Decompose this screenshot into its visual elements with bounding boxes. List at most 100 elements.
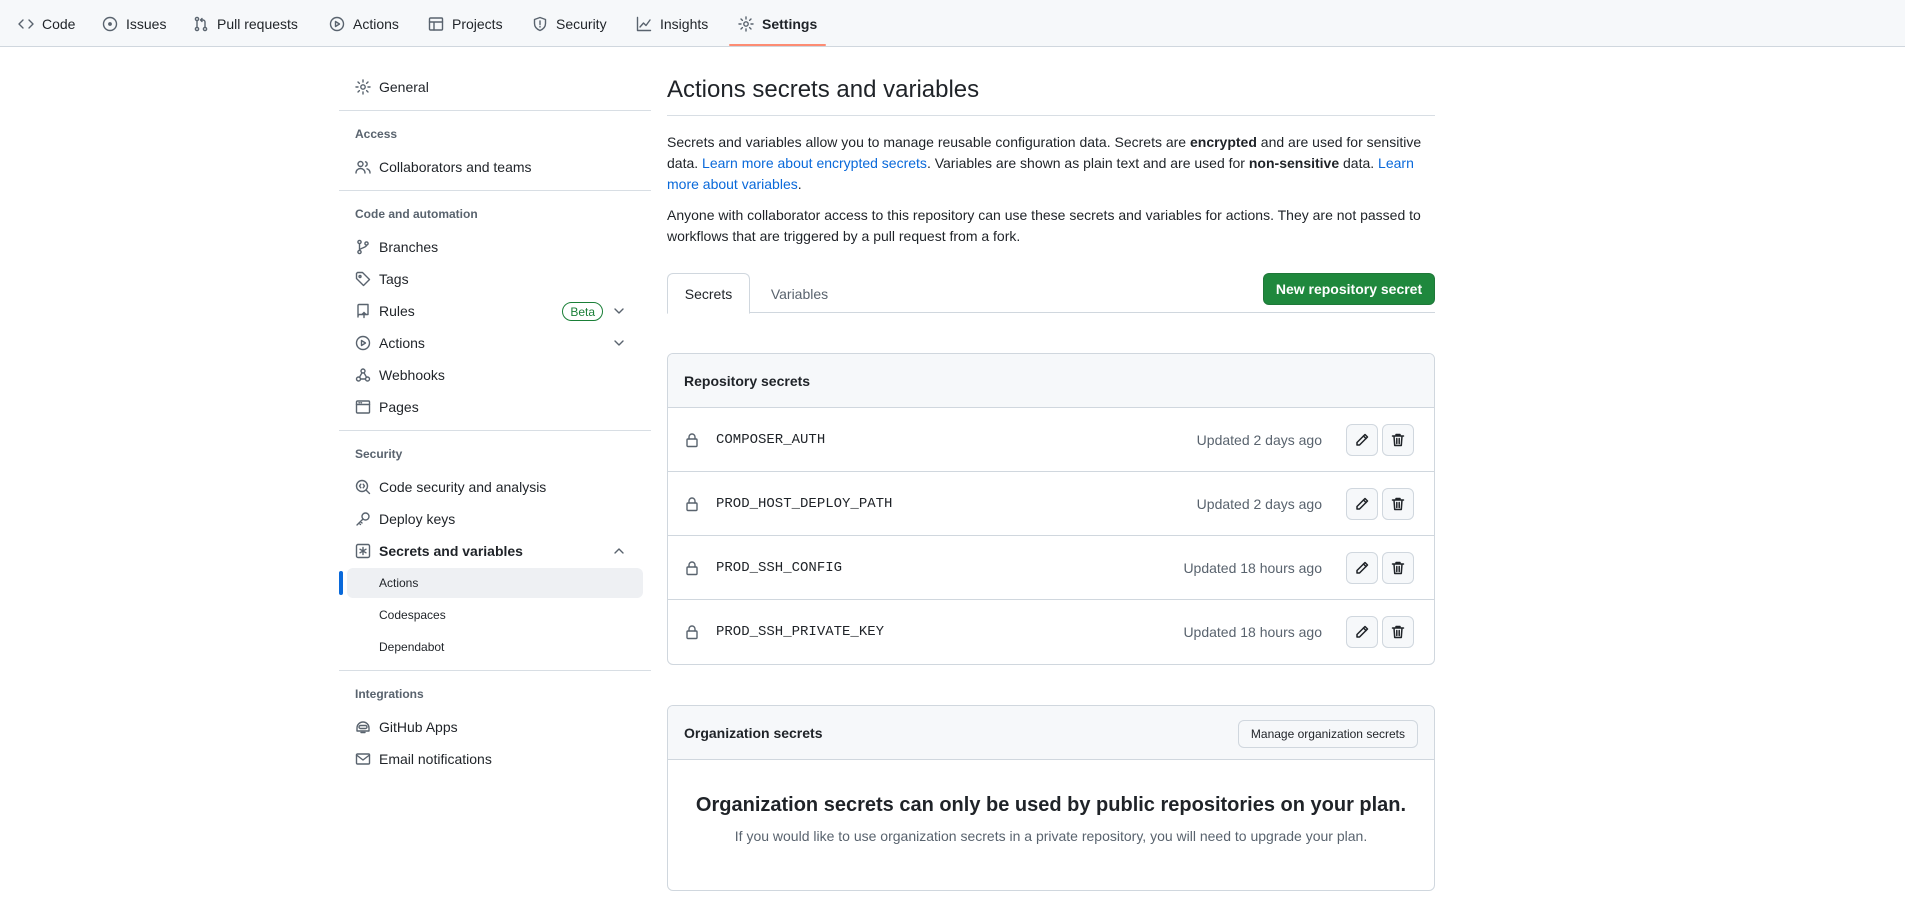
title-divider [667,115,1435,116]
edit-secret-button[interactable] [1346,552,1378,584]
tab-variables[interactable]: Variables [750,273,849,314]
key-icon [356,512,370,526]
branch-icon [357,239,369,255]
tab-insights[interactable]: Insights [636,0,708,47]
secret-updated: Updated 2 days ago [1196,495,1322,512]
sidebar-item-github-apps[interactable]: GitHub Apps [339,711,643,743]
delete-secret-button[interactable] [1382,616,1414,648]
trash-icon [1391,433,1405,447]
trash-icon [1391,561,1405,575]
encrypted-secrets-link[interactable]: Learn more about encrypted secrets [702,155,927,171]
delete-secret-button[interactable] [1382,488,1414,520]
secret-name: COMPOSER_AUTH [716,431,826,448]
edit-secret-button[interactable] [1346,424,1378,456]
secret-updated: Updated 18 hours ago [1183,624,1322,640]
sidebar-item-email-notifications[interactable]: Email notifications [339,743,643,775]
asterisk-icon [355,543,371,559]
gear-icon [355,79,371,95]
beta-badge: Beta [562,302,603,321]
graph-icon [636,16,652,31]
tab-pull-requests[interactable]: Pull requests [193,0,298,47]
secret-name: PROD_SSH_CONFIG [716,559,843,576]
organization-secrets-header: Organization secrets Manage organization… [668,706,1434,760]
sidebar-item-general[interactable]: General [339,71,643,103]
sidebar-subitem-dependabot[interactable]: Dependabot [347,632,643,662]
pencil-icon [1356,497,1369,510]
sidebar-heading-security: Security [355,447,403,461]
browser-icon [355,400,371,414]
repository-secrets-box: Repository secrets COMPOSER_AUTH Updated … [667,353,1435,665]
repo-push-icon [357,303,369,319]
hubot-icon [356,721,370,734]
sidebar-divider [339,190,651,191]
secret-row: PROD_SSH_PRIVATE_KEY Updated 18 hours ago [668,600,1434,664]
delete-secret-button[interactable] [1382,552,1414,584]
secret-updated: Updated 18 hours ago [1183,559,1322,576]
lock-icon [686,433,698,448]
secret-row: PROD_HOST_DEPLOY_PATH Updated 2 days ago [668,472,1434,536]
pencil-icon [1356,625,1369,638]
intro-paragraph: Secrets and variables allow you to manag… [667,134,1422,192]
organization-secrets-blankslate: Organization secrets can only be used by… [668,760,1434,890]
mail-icon [355,753,371,765]
organization-secrets-box: Organization secrets Manage organization… [667,705,1435,891]
organization-secrets-heading: Organization secrets [684,724,823,741]
sidebar-item-webhooks[interactable]: Webhooks [339,359,643,391]
secret-row: COMPOSER_AUTH Updated 2 days ago [668,408,1434,472]
sidebar-item-actions[interactable]: Actions [339,327,643,359]
lock-icon [686,625,698,640]
sidebar-item-branches[interactable]: Branches [339,231,643,263]
trash-icon [1391,497,1405,511]
gear-icon [738,15,754,32]
manage-organization-secrets-button[interactable]: Manage organization secrets [1237,720,1418,748]
sidebar-subitem-actions[interactable]: Actions [347,568,643,598]
play-icon [329,16,345,31]
issue-icon [102,16,118,31]
sidebar-item-rules[interactable]: Rules Beta [339,295,643,327]
trash-icon [1391,625,1405,639]
sidebar-item-tags[interactable]: Tags [339,263,643,295]
new-repository-secret-button[interactable]: New repository secret [1263,273,1435,305]
sidebar-item-pages[interactable]: Pages [339,391,643,423]
chevron-down-icon[interactable] [611,303,627,319]
pencil-icon [1356,561,1369,574]
sidebar-item-secrets-variables[interactable]: Secrets and variables [339,535,643,567]
table-icon [428,16,444,31]
sidebar-subitem-codespaces[interactable]: Codespaces [347,600,643,630]
edit-secret-button[interactable] [1346,616,1378,648]
repository-secrets-heading: Repository secrets [668,354,1434,408]
tag-icon [355,271,371,287]
chevron-down-icon[interactable] [611,335,627,351]
delete-secret-button[interactable] [1382,424,1414,456]
sidebar-item-deploy-keys[interactable]: Deploy keys [339,503,643,535]
sidebar-divider [339,110,651,111]
repo-nav: Code Issues Pull requests Actions Projec… [0,0,1905,47]
tab-security[interactable]: Security [532,0,607,47]
tab-code[interactable]: Code [18,0,75,47]
tab-settings[interactable]: Settings [738,0,817,47]
play-icon [355,335,371,351]
sidebar-item-code-security[interactable]: Code security and analysis [339,471,643,503]
people-icon [355,160,371,174]
page-title: Actions secrets and variables [667,76,980,103]
tab-secrets[interactable]: Secrets [667,273,750,314]
secret-name: PROD_HOST_DEPLOY_PATH [716,495,893,512]
shield-icon [533,16,547,31]
blankslate-text: If you would like to use organization se… [734,828,1368,844]
edit-secret-button[interactable] [1346,488,1378,520]
sidebar-heading-code-automation: Code and automation [355,207,478,221]
secret-row: PROD_SSH_CONFIG Updated 18 hours ago [668,536,1434,600]
chevron-up-icon[interactable] [611,543,627,559]
codescan-icon [355,479,371,495]
sidebar-heading-integrations: Integrations [355,687,424,701]
tab-actions[interactable]: Actions [329,0,399,47]
active-tab-indicator [729,44,826,46]
webhook-icon [355,368,371,382]
blankslate-title: Organization secrets can only be used by… [695,794,1407,816]
sidebar-divider [339,670,651,671]
code-icon [18,18,34,29]
sidebar-item-collaborators[interactable]: Collaborators and teams [339,151,643,183]
tab-issues[interactable]: Issues [102,0,166,47]
tab-projects[interactable]: Projects [428,0,503,47]
lock-icon [686,497,698,512]
